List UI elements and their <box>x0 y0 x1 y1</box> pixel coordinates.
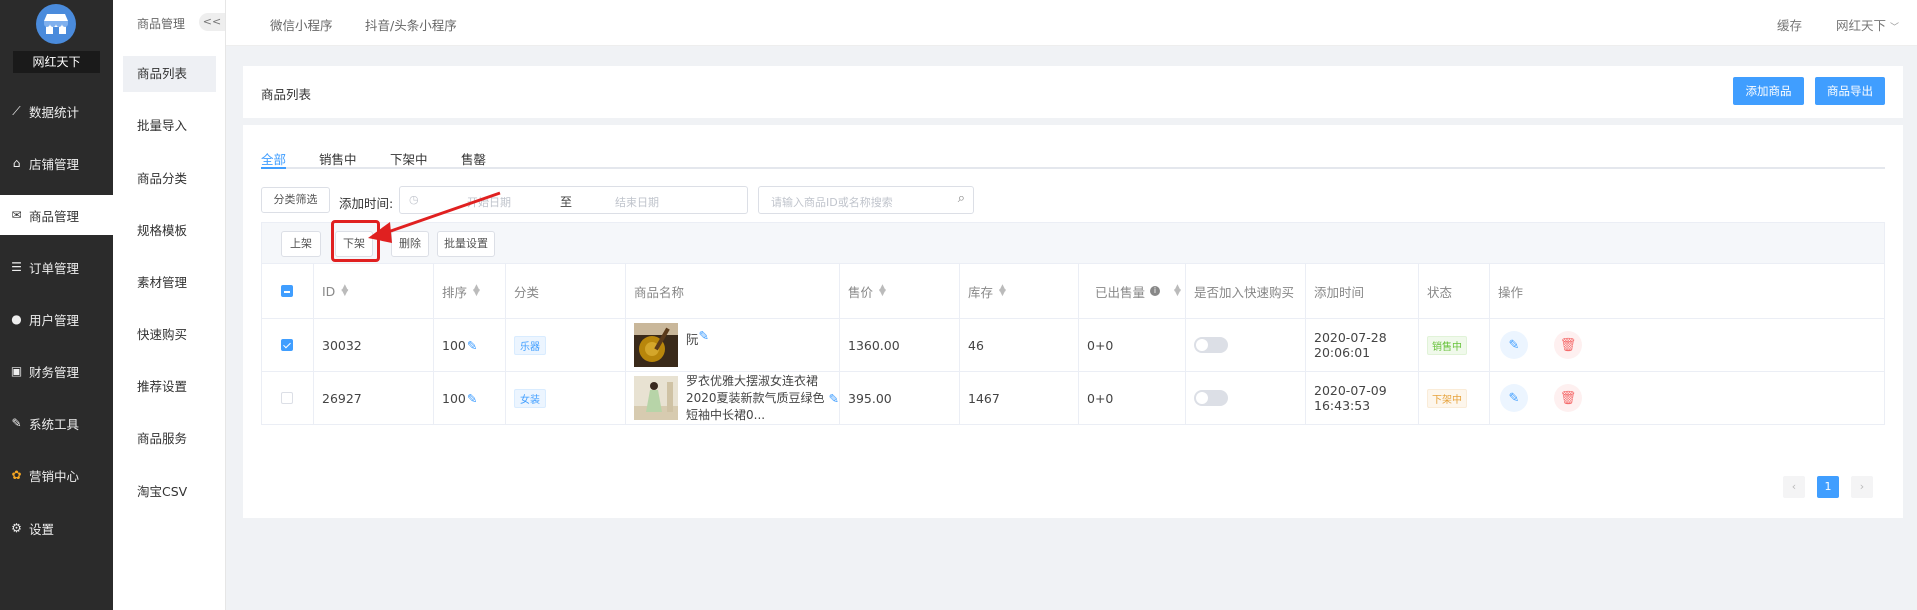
annotation-arrow <box>368 191 501 243</box>
